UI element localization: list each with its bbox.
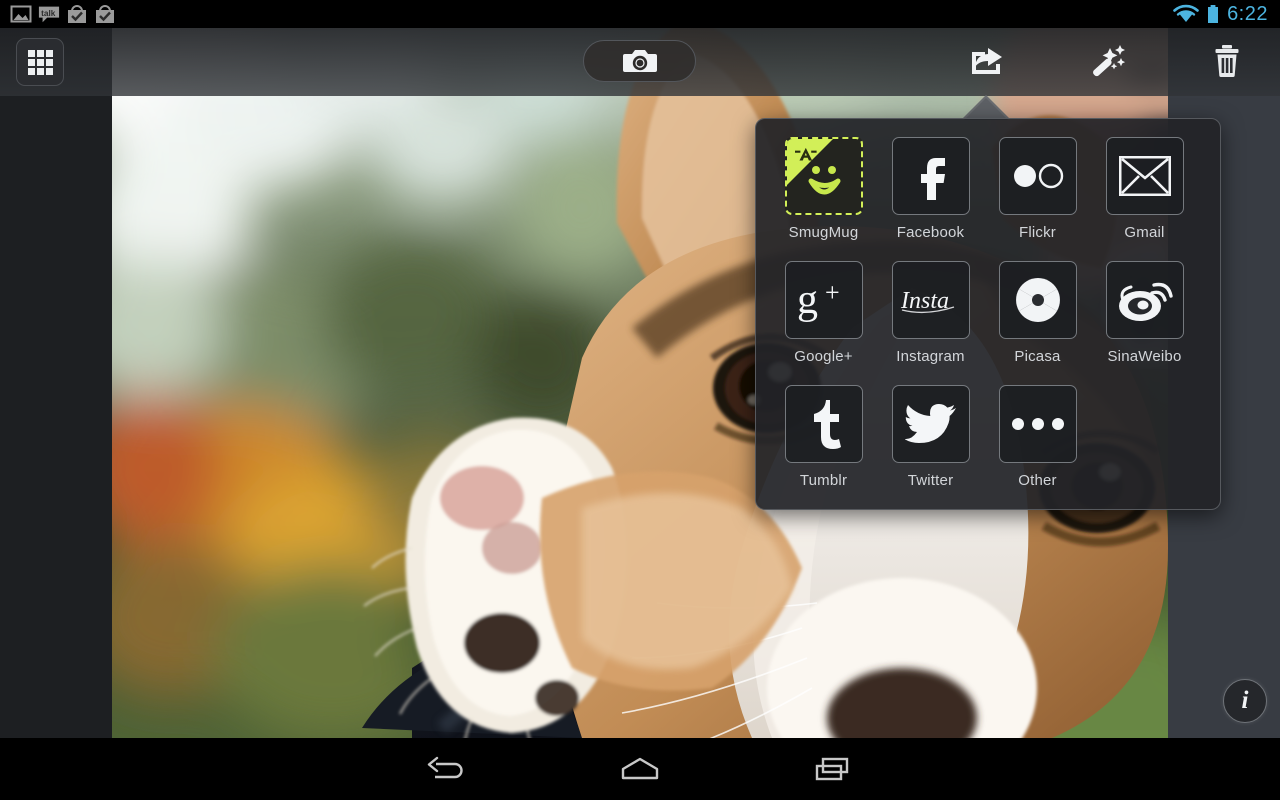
share-target-label: Instagram	[896, 348, 965, 365]
back-arrow-icon	[427, 756, 463, 779]
gmail-icon	[1118, 156, 1171, 196]
gallery-image-icon	[10, 5, 32, 23]
share-target-label: SmugMug	[788, 224, 859, 241]
sinaweibo-tile[interactable]	[1105, 261, 1184, 339]
share-target-gmail[interactable]: Gmail	[1091, 137, 1198, 241]
share-target-label: Other	[1018, 472, 1057, 489]
status-system-icons: 6:22	[1173, 4, 1280, 24]
share-target-label: Tumblr	[799, 472, 848, 489]
delete-button[interactable]	[1199, 38, 1255, 84]
picasa-tile[interactable]	[998, 261, 1077, 339]
flickr-tile[interactable]	[998, 137, 1077, 215]
twitter-tile[interactable]	[891, 385, 970, 463]
share-target-grid: SmugMug Facebook Flickr Gmail g + Google…	[770, 137, 1208, 509]
more-dots-icon	[1011, 418, 1064, 430]
home-icon	[621, 757, 659, 780]
share-target-label: Facebook	[896, 224, 965, 241]
info-glyph: i	[1241, 687, 1249, 714]
share-target-label: Twitter	[907, 472, 954, 489]
picasa-icon	[1015, 278, 1060, 322]
top-toolbar	[0, 28, 1280, 96]
nav-back-button[interactable]	[403, 746, 489, 792]
share-target-tumblr[interactable]: Tumblr	[770, 385, 877, 489]
share-target-label: Google+	[794, 348, 853, 365]
flickr-icon	[1013, 163, 1063, 189]
share-target-label: SinaWeibo	[1107, 348, 1182, 365]
share-target-facebook[interactable]: Facebook	[877, 137, 984, 241]
svg-text:talk: talk	[41, 9, 56, 18]
share-target-flickr[interactable]: Flickr	[984, 137, 1091, 241]
facebook-tile[interactable]	[891, 137, 970, 215]
share-target-googleplus[interactable]: g + Google+	[770, 261, 877, 365]
letterbox-left	[0, 28, 112, 738]
sinaweibo-icon	[1118, 282, 1173, 321]
gmail-tile[interactable]	[1105, 137, 1184, 215]
smugmug-icon	[786, 139, 840, 195]
share-popup: SmugMug Facebook Flickr Gmail g + Google…	[755, 118, 1221, 510]
smugmug-tile[interactable]	[784, 137, 863, 215]
other-tile[interactable]	[998, 385, 1077, 463]
instagram-tile[interactable]: Insta	[891, 261, 970, 339]
android-nav-bar	[0, 738, 1280, 800]
tumblr-icon	[813, 400, 841, 449]
trash-icon	[1215, 45, 1239, 77]
googleplus-icon: g +	[797, 277, 840, 323]
status-notification-icons: talk	[0, 4, 116, 24]
nav-home-button[interactable]	[597, 746, 683, 792]
magic-wand-icon	[1093, 45, 1126, 77]
magic-edit-button[interactable]	[1080, 38, 1136, 84]
nav-recents-button[interactable]	[791, 746, 877, 792]
wifi-icon	[1173, 4, 1199, 22]
talk-icon: talk	[38, 6, 60, 23]
grid-icon	[27, 49, 53, 75]
share-target-picasa[interactable]: Picasa	[984, 261, 1091, 365]
googleplus-tile[interactable]: g +	[784, 261, 863, 339]
share-target-twitter[interactable]: Twitter	[877, 385, 984, 489]
camera-button[interactable]	[583, 40, 696, 82]
share-target-sinaweibo[interactable]: SinaWeibo	[1091, 261, 1198, 365]
battery-icon	[1208, 5, 1219, 23]
share-icon	[972, 48, 1002, 74]
recents-icon	[815, 757, 849, 781]
twitter-icon	[904, 404, 956, 443]
download-check-icon-1	[68, 5, 86, 23]
screen-root: SmugMug Facebook Flickr Gmail g + Google…	[0, 0, 1280, 800]
share-button[interactable]	[960, 38, 1016, 84]
download-check-icon-2	[96, 5, 114, 23]
instagram-icon: Insta	[900, 288, 954, 314]
popup-arrow	[964, 98, 1008, 120]
share-target-other[interactable]: Other	[984, 385, 1091, 489]
info-button[interactable]: i	[1223, 679, 1267, 723]
grid-view-button[interactable]	[16, 38, 64, 86]
share-target-label: Flickr	[1018, 224, 1057, 241]
camera-icon	[622, 50, 657, 72]
svg-text:+: +	[825, 278, 840, 307]
svg-text:g: g	[797, 277, 818, 323]
facebook-icon	[920, 158, 945, 200]
share-target-instagram[interactable]: Insta Instagram	[877, 261, 984, 365]
status-bar: talk 6:22	[0, 0, 1280, 28]
status-clock: 6:22	[1227, 3, 1268, 25]
share-target-label: Picasa	[1014, 348, 1061, 365]
share-target-smugmug[interactable]: SmugMug	[770, 137, 877, 241]
share-target-label: Gmail	[1124, 224, 1165, 241]
share-grid-empty-slot	[1091, 385, 1198, 489]
tumblr-tile[interactable]	[784, 385, 863, 463]
